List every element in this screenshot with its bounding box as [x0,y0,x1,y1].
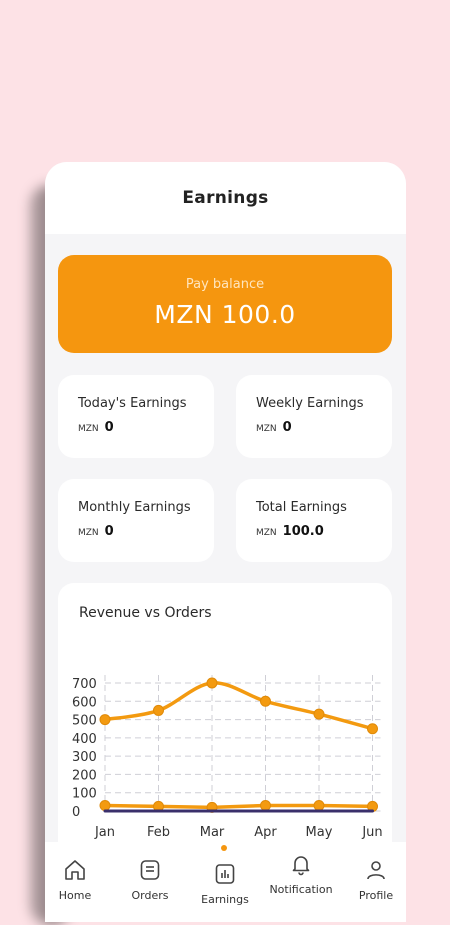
total-earnings-card: Total Earnings MZN 100.0 [236,479,392,562]
revenue-orders-chart: 0 100 200 300 400 500 600 700 Jan Feb Mar Apr May Jun [72,675,383,840]
nav-earnings[interactable]: Earnings [189,842,261,922]
app-bar: Earnings [45,162,406,234]
page-title: Earnings [182,188,269,208]
y-tick-label: 300 [72,750,97,765]
earnings-amount: 100.0 [282,524,324,539]
home-icon [65,860,85,880]
y-tick-label: 500 [72,714,97,729]
total-earnings-title: Total Earnings [256,500,347,515]
currency-label: MZN [256,424,277,434]
todays-earnings-title: Today's Earnings [78,396,187,411]
currency-label: MZN [78,424,99,434]
profile-icon [367,861,385,880]
data-point [99,714,111,726]
series-line-1 [103,681,375,731]
todays-earnings-value: MZN 0 [78,420,114,435]
bell-icon [292,856,310,876]
y-tick-label: 600 [72,695,97,710]
y-tick-label: 700 [72,677,97,692]
x-tick-label: Jun [361,825,382,840]
pay-balance-card: Pay balance MZN 100.0 [58,255,392,353]
orders-icon [140,860,160,880]
y-tick-label: 400 [72,732,97,747]
weekly-earnings-title: Weekly Earnings [256,396,364,411]
data-point [206,677,218,689]
data-point [260,695,271,707]
weekly-earnings-card: Weekly Earnings MZN 0 [236,375,392,458]
nav-home[interactable]: Home [45,842,111,922]
earnings-amount: 0 [104,420,114,435]
data-point [313,800,325,812]
monthly-earnings-title: Monthly Earnings [78,500,191,515]
data-point [99,800,111,812]
x-tick-label: May [306,825,333,840]
bottom-navigation: Home Orders Earnings Notification Profil… [45,842,406,922]
earnings-amount: 0 [104,524,114,539]
pay-balance-label: Pay balance [185,277,265,292]
weekly-earnings-value: MZN 0 [256,420,292,435]
revenue-orders-chart-card: Revenue vs Orders 0 100 200 300 400 500 600 700… [58,583,392,883]
earnings-icon [215,864,235,884]
monthly-earnings-value: MZN 0 [78,524,114,539]
nav-profile[interactable]: Profile [340,842,406,922]
phone-screen: Earnings Pay balance MZN 100.0 Today's E… [45,162,406,922]
nav-profile-label: Profile [358,889,394,902]
x-tick-label: Mar [200,825,225,840]
total-earnings-value: MZN 100.0 [256,524,324,539]
todays-earnings-card: Today's Earnings MZN 0 [58,375,214,458]
monthly-earnings-card: Monthly Earnings MZN 0 [58,479,214,562]
nav-orders[interactable]: Orders [114,842,186,922]
currency-label: MZN [78,528,99,538]
x-tick-label: Apr [254,825,277,840]
data-point [367,723,378,735]
y-tick-label: 200 [72,768,97,783]
x-tick-label: Jan [94,825,115,840]
y-tick-label: 100 [72,787,97,802]
x-tick-label: Feb [147,825,170,840]
data-point [313,708,325,720]
series-line-2 [103,803,375,810]
pay-balance-amount: MZN 100.0 [154,300,296,329]
y-tick-label: 0 [72,805,80,820]
earnings-amount: 0 [282,420,292,435]
currency-label: MZN [256,528,277,538]
data-point [153,704,164,716]
nav-notification[interactable]: Notification [265,842,337,922]
data-point [260,800,271,812]
